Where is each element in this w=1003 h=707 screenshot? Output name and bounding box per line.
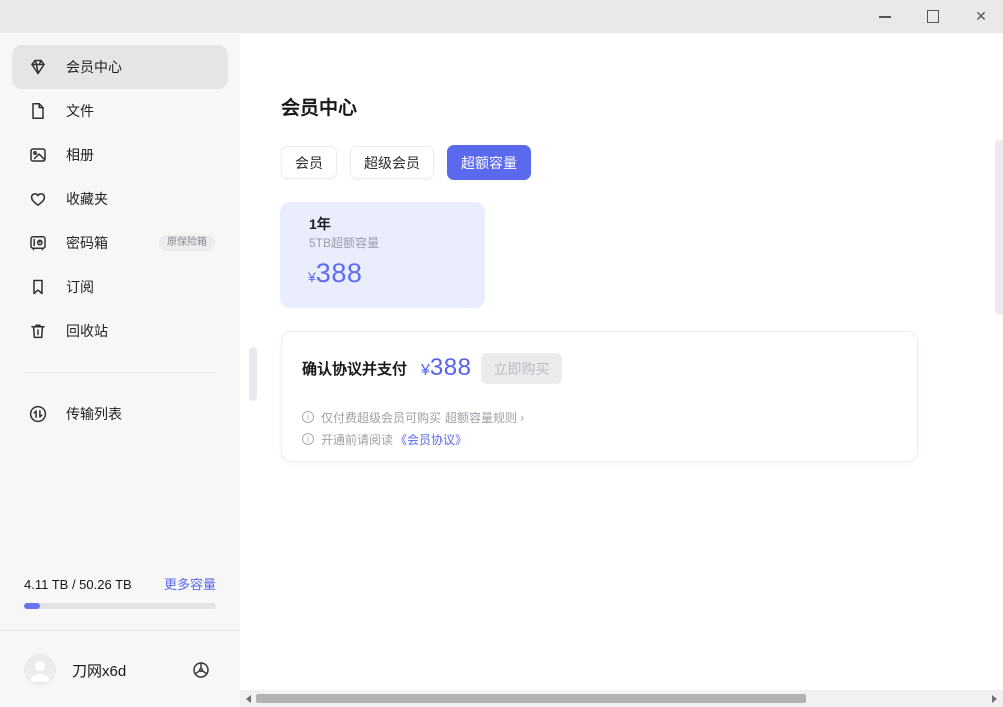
currency-symbol: ¥ <box>308 269 316 285</box>
sidebar-item-label: 订阅 <box>66 277 94 297</box>
sidebar: 会员中心 文件 相册 收藏夹 密码箱 原保险箱 <box>0 33 240 707</box>
gem-icon <box>28 57 48 77</box>
horizontal-scrollbar-thumb[interactable] <box>256 694 806 703</box>
bookmark-icon <box>28 277 48 297</box>
chevron-right-icon: › <box>520 410 524 425</box>
close-icon: ✕ <box>975 8 987 25</box>
horizontal-scrollbar <box>240 690 1003 707</box>
trash-icon <box>28 321 48 341</box>
heart-icon <box>28 189 48 209</box>
sidebar-item-label: 会员中心 <box>66 57 122 77</box>
sidebar-item-password-box[interactable]: 密码箱 原保险箱 <box>12 221 228 265</box>
sidebar-item-subscriptions[interactable]: 订阅 <box>12 265 228 309</box>
scroll-left-arrow[interactable] <box>244 694 253 703</box>
capacity-rules-link[interactable]: 超额容量规则 <box>445 409 517 426</box>
sidebar-item-recycle-bin[interactable]: 回收站 <box>12 309 228 353</box>
user-name: 刀网x6d <box>72 660 126 681</box>
maximize-button[interactable] <box>915 0 951 33</box>
plan-description: 5TB超额容量 <box>309 234 379 251</box>
page-title: 会员中心 <box>281 93 357 120</box>
vertical-scrollbar-thumb[interactable] <box>995 140 1003 315</box>
amount-value: 388 <box>430 354 472 382</box>
scroll-right-arrow[interactable] <box>990 694 999 703</box>
minimize-icon <box>879 16 891 18</box>
password-box-badge: 原保险箱 <box>159 235 215 251</box>
triangle-left-icon <box>246 695 251 703</box>
sidebar-item-albums[interactable]: 相册 <box>12 133 228 177</box>
settings-icon[interactable] <box>190 659 212 681</box>
sidebar-item-member-center[interactable]: 会员中心 <box>12 45 228 89</box>
plan-duration: 1年 <box>309 214 331 234</box>
triangle-right-icon <box>992 695 997 703</box>
buy-now-button[interactable]: 立即购买 <box>481 353 562 384</box>
member-agreement-link[interactable]: 《会员协议》 <box>395 431 467 448</box>
sidebar-item-label: 回收站 <box>66 321 108 341</box>
price-amount: 388 <box>316 258 363 288</box>
more-storage-link[interactable]: 更多容量 <box>164 574 216 593</box>
payment-row: 确认协议并支付 ¥388 <box>302 352 471 384</box>
minimize-button[interactable] <box>867 0 903 33</box>
tab-super-member[interactable]: 超级会员 <box>350 146 434 179</box>
storage-usage-text: 4.11 TB / 50.26 TB <box>24 577 132 592</box>
inner-vertical-scrollbar-thumb[interactable] <box>249 347 257 401</box>
safe-icon <box>28 233 48 253</box>
close-button[interactable]: ✕ <box>963 0 999 33</box>
sidebar-item-label: 相册 <box>66 145 94 165</box>
user-row: 刀网x6d <box>24 646 212 694</box>
sidebar-nav: 会员中心 文件 相册 收藏夹 密码箱 原保险箱 <box>12 45 228 436</box>
sidebar-item-label: 文件 <box>66 101 94 121</box>
info-icon: i <box>302 411 314 423</box>
tab-member[interactable]: 会员 <box>281 146 337 179</box>
storage-section: 4.11 TB / 50.26 TB 更多容量 <box>24 574 216 609</box>
avatar[interactable] <box>24 654 56 686</box>
payment-card: 确认协议并支付 ¥388 立即购买 i 仅付费超级会员可购买 超额容量规则 › … <box>281 331 918 462</box>
titlebar: ✕ <box>0 0 1003 33</box>
sidebar-item-files[interactable]: 文件 <box>12 89 228 133</box>
file-icon <box>28 101 48 121</box>
sidebar-item-label: 密码箱 <box>66 233 108 253</box>
sidebar-item-transfer-list[interactable]: 传输列表 <box>12 392 228 436</box>
sidebar-divider <box>24 372 216 373</box>
plan-tabs: 会员 超级会员 超额容量 <box>281 146 531 180</box>
maximize-icon <box>927 10 939 23</box>
payment-notes: i 仅付费超级会员可购买 超额容量规则 › i 开通前请阅读 《会员协议》 <box>302 406 524 450</box>
note-line-2: i 开通前请阅读 《会员协议》 <box>302 428 524 450</box>
storage-progress-fill <box>24 603 40 609</box>
sidebar-item-label: 收藏夹 <box>66 189 108 209</box>
sidebar-item-label: 传输列表 <box>66 404 122 424</box>
plan-price: ¥388 <box>308 258 362 289</box>
tab-extra-capacity[interactable]: 超额容量 <box>447 145 531 180</box>
info-icon: i <box>302 433 314 445</box>
note-line-1: i 仅付费超级会员可购买 超额容量规则 › <box>302 406 524 428</box>
transfer-icon <box>28 404 48 424</box>
currency-symbol: ¥ <box>421 362 430 380</box>
sidebar-item-favorites[interactable]: 收藏夹 <box>12 177 228 221</box>
plan-card-1year[interactable]: 1年 5TB超额容量 ¥388 <box>280 202 485 308</box>
storage-progress-track <box>24 603 216 609</box>
payment-amount: ¥388 <box>421 354 471 382</box>
note1-text: 仅付费超级会员可购买 <box>321 409 441 426</box>
photos-icon <box>28 145 48 165</box>
confirm-pay-label: 确认协议并支付 <box>302 358 407 379</box>
note2-text: 开通前请阅读 <box>321 431 393 448</box>
main-content: 会员中心 会员 超级会员 超额容量 1年 5TB超额容量 ¥388 确认协议并支… <box>240 33 1003 707</box>
user-divider <box>0 630 240 631</box>
